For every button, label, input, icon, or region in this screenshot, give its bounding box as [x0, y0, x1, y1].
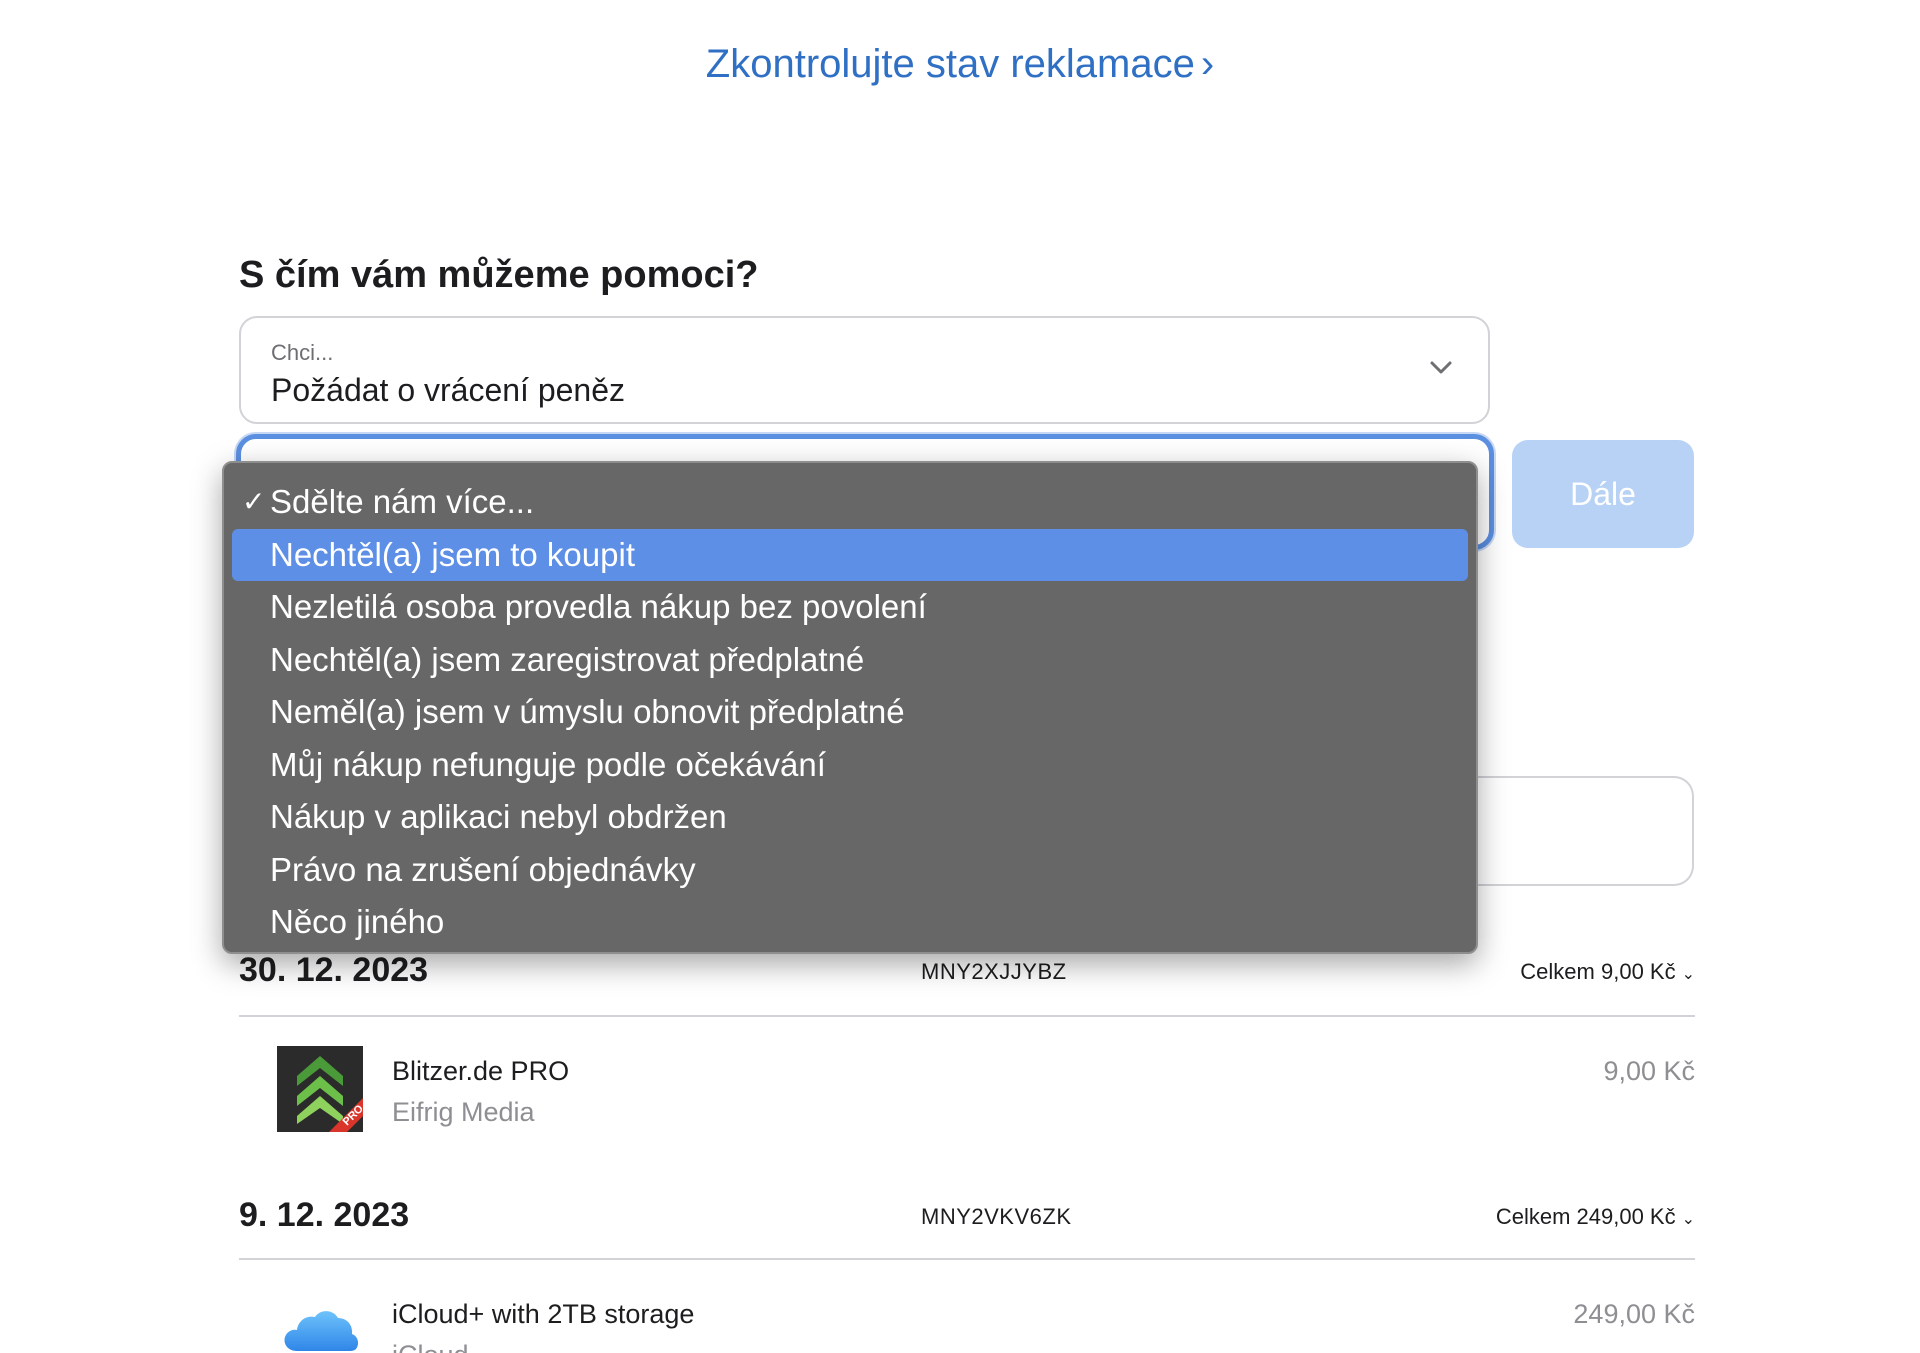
chevron-down-icon: ⌄	[1681, 966, 1695, 983]
menu-item-not-working[interactable]: Můj nákup nefunguje podle očekávání	[232, 739, 1468, 792]
menu-item-did-not-mean-to-buy[interactable]: Nechtěl(a) jsem to koupit	[232, 528, 1468, 581]
order-id: MNY2VKV6ZK	[921, 1204, 1072, 1229]
menu-item-something-else[interactable]: Něco jiného	[232, 896, 1468, 949]
item-name: iCloud+ with 2TB storage	[392, 1299, 695, 1329]
item-name: Blitzer.de PRO	[392, 1056, 570, 1086]
order-total-toggle[interactable]: Celkem 249,00 Kč ⌄	[1496, 1204, 1695, 1230]
menu-item-label: Nechtěl(a) jsem to koupit	[270, 535, 635, 573]
item-vendor: iCloud	[392, 1340, 469, 1353]
order-total-label: Celkem 9,00 Kč	[1520, 959, 1676, 984]
help-heading: S čím vám můžeme pomoci?	[239, 254, 759, 296]
reason-dropdown-menu: ✓ Sdělte nám více... Nechtěl(a) jsem to …	[222, 461, 1478, 954]
chevron-down-icon	[1430, 361, 1452, 374]
divider	[239, 1015, 1695, 1017]
order-total-toggle[interactable]: Celkem 9,00 Kč ⌄	[1520, 959, 1695, 985]
order-id: MNY2XJJYBZ	[921, 959, 1067, 984]
chevron-right-icon: ›	[1200, 42, 1215, 86]
order-header: 30. 12. 2023 MNY2XJJYBZ Celkem 9,00 Kč ⌄	[239, 951, 1695, 1001]
menu-item-not-received[interactable]: Nákup v aplikaci nebyl obdržen	[232, 791, 1468, 844]
blitzer-app-icon: PRO	[277, 1046, 363, 1132]
order-date: 9. 12. 2023	[239, 1196, 410, 1234]
menu-item-tell-us-more[interactable]: ✓ Sdělte nám více...	[232, 476, 1468, 529]
item-price: 249,00 Kč	[1573, 1299, 1695, 1329]
check-claim-status-link[interactable]: Zkontrolujte stav reklamace ›	[0, 42, 1920, 87]
menu-item-label: Nezletilá osoba provedla nákup bez povol…	[270, 588, 927, 625]
order-total-label: Celkem 249,00 Kč	[1495, 1204, 1676, 1229]
menu-item-unwanted-renewal[interactable]: Neměl(a) jsem v úmyslu obnovit předplatn…	[232, 686, 1468, 739]
purchase-item[interactable]: PRO Blitzer.de PRO Eifrig Media 9,00 Kč	[239, 1046, 1695, 1146]
menu-item-label: Nechtěl(a) jsem zaregistrovat předplatné	[270, 640, 865, 678]
intent-select-value: Požádat o vrácení peněz	[271, 372, 626, 408]
divider	[239, 1258, 1695, 1260]
refund-request-page: Zkontrolujte stav reklamace › S čím vám m…	[0, 0, 1920, 1353]
menu-item-label: Můj nákup nefunguje podle očekávání	[270, 745, 826, 783]
menu-item-unwanted-subscription[interactable]: Nechtěl(a) jsem zaregistrovat předplatné	[232, 634, 1468, 687]
chevron-down-icon: ⌄	[1681, 1211, 1695, 1228]
intent-select[interactable]: Chci... Požádat o vrácení peněz	[239, 316, 1490, 424]
item-price: 9,00 Kč	[1603, 1056, 1695, 1086]
menu-item-label: Neměl(a) jsem v úmyslu obnovit předplatn…	[270, 693, 905, 730]
menu-item-label: Něco jiného	[270, 903, 445, 940]
menu-item-label: Nákup v aplikaci nebyl obdržen	[270, 798, 727, 835]
menu-item-label: Právo na zrušení objednávky	[270, 850, 696, 888]
order-date: 30. 12. 2023	[239, 951, 429, 989]
item-vendor: Eifrig Media	[392, 1097, 535, 1127]
details-field[interactable]	[1440, 776, 1694, 886]
purchase-item[interactable]: iCloud+ with 2TB storage iCloud 249,00 K…	[239, 1289, 1695, 1353]
icloud-icon	[284, 1311, 359, 1351]
status-link-label: Zkontrolujte stav reklamace	[705, 42, 1195, 86]
menu-item-minor-purchase[interactable]: Nezletilá osoba provedla nákup bez povol…	[232, 581, 1468, 634]
menu-item-right-to-cancel[interactable]: Právo na zrušení objednávky	[232, 844, 1468, 897]
menu-item-label: Sdělte nám více...	[270, 483, 535, 520]
intent-select-label: Chci...	[271, 340, 334, 365]
next-button[interactable]: Dále	[1512, 440, 1694, 548]
order-header: 9. 12. 2023 MNY2VKV6ZK Celkem 249,00 Kč ⌄	[239, 1196, 1695, 1246]
checkmark-icon: ✓	[242, 486, 266, 517]
